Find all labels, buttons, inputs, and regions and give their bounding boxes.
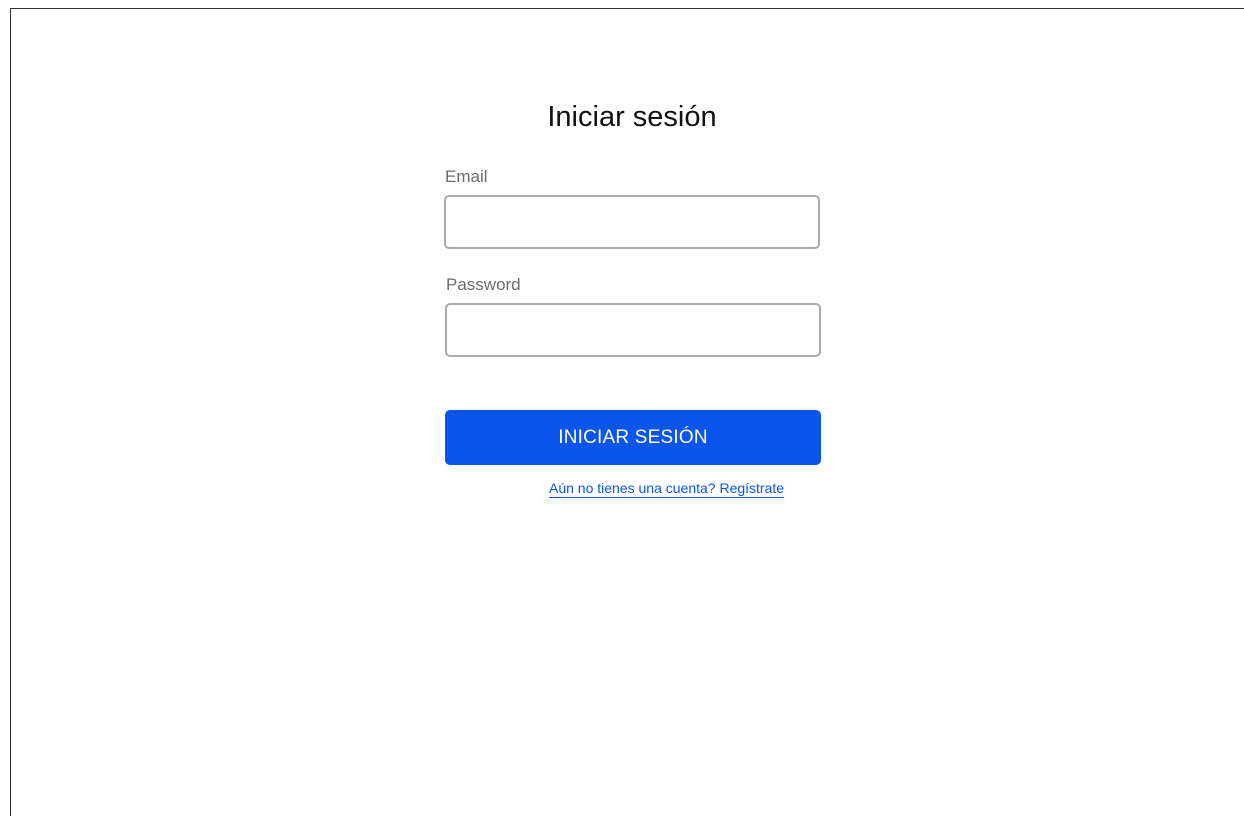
email-field[interactable] — [444, 195, 820, 249]
login-form: Iniciar sesión Email Password INICIAR SE… — [443, 99, 821, 498]
page-title: Iniciar sesión — [547, 101, 717, 133]
password-field[interactable] — [445, 303, 821, 357]
login-button[interactable]: INICIAR SESIÓN — [445, 410, 821, 465]
page-frame: Iniciar sesión Email Password INICIAR SE… — [10, 8, 1244, 816]
register-link[interactable]: Aún no tienes una cuenta? Regístrate — [549, 480, 785, 498]
email-label: Email — [445, 167, 488, 186]
password-label: Password — [446, 275, 521, 294]
